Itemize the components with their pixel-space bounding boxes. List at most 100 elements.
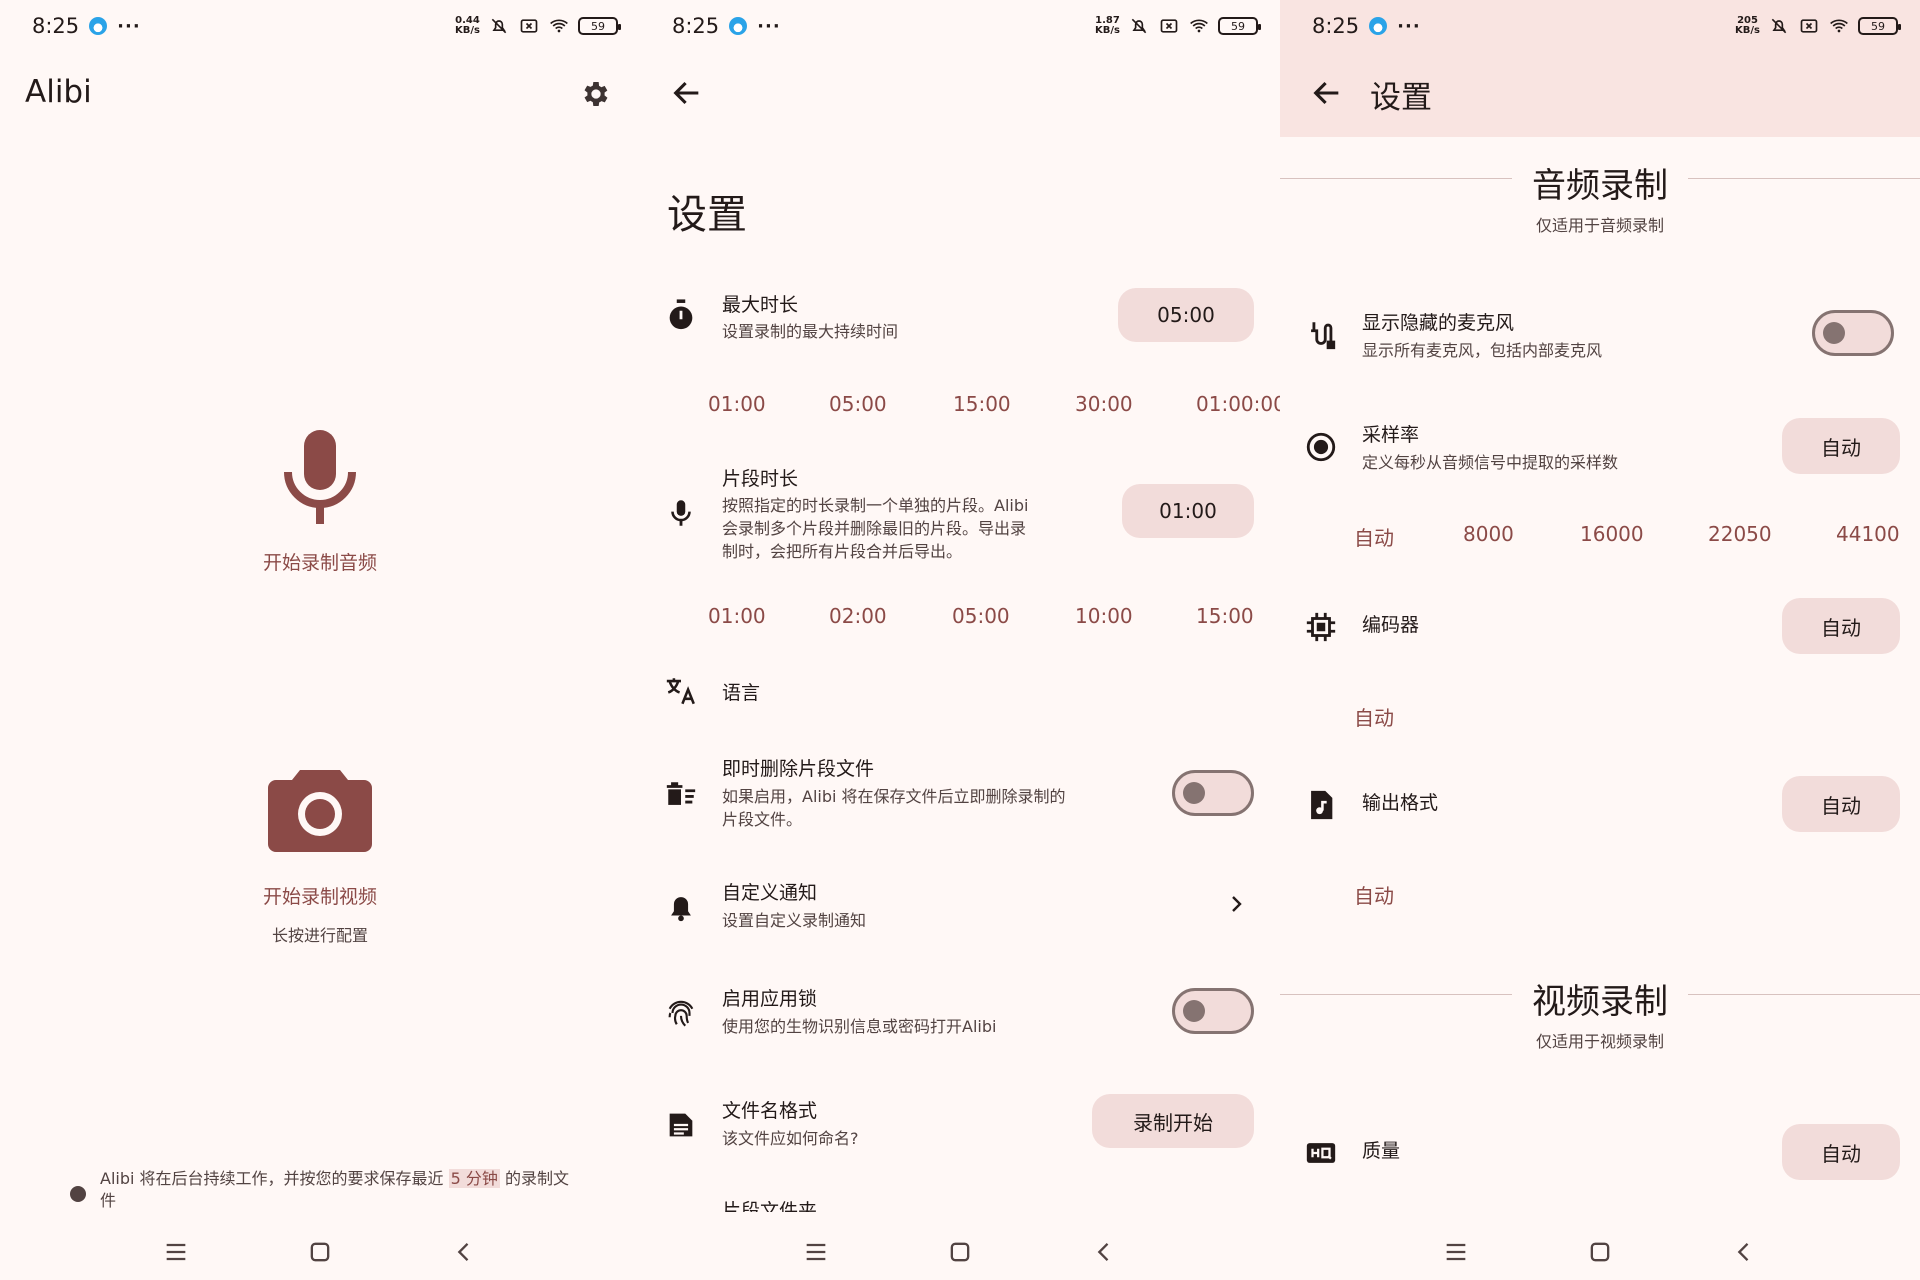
chip[interactable]: 01:00 (708, 604, 766, 628)
filename-format-button[interactable]: 录制开始 (1092, 1094, 1254, 1148)
microphone-icon[interactable] (280, 430, 360, 530)
home-screen: 8:25 ··· 0.44 KB/s 59 Alibi 开始录制音频 开始录制视频 (0, 0, 640, 1280)
setting-filename-format[interactable]: 文件名格式 该文件应如何命名? 录制开始 (640, 1094, 1280, 1154)
page-title: 设置 (667, 192, 747, 238)
battery-icon: 59 (578, 17, 621, 35)
chip[interactable]: 15:00 (1196, 604, 1254, 628)
setting-desc: 设置录制的最大持续时间 (722, 322, 899, 341)
segment-duration-button[interactable]: 01:00 (1122, 484, 1254, 538)
chip[interactable]: 22050 (1708, 522, 1772, 546)
back-arrow-icon[interactable] (670, 76, 704, 110)
delete-segments-toggle[interactable] (1172, 770, 1254, 816)
chip[interactable]: 01:00 (708, 392, 766, 416)
setting-desc: 显示所有麦克风，包括内部麦克风 (1362, 341, 1603, 360)
chevron-right-icon (1232, 896, 1242, 912)
setting-output-format[interactable]: 输出格式 自动 (1280, 776, 1920, 832)
back-nav-icon[interactable] (450, 1238, 478, 1266)
home-icon[interactable] (306, 1238, 334, 1266)
chip[interactable]: 16000 (1580, 522, 1644, 546)
setting-language[interactable]: 语言 (640, 670, 1280, 718)
page-title: 设置 (1370, 80, 1432, 116)
navigation-bar (1280, 1224, 1920, 1280)
radio-button-icon (1306, 432, 1336, 462)
setting-sample-rate[interactable]: 采样率 定义每秒从音频信号中提取的采样数 自动 (1280, 418, 1920, 478)
setting-custom-notification[interactable]: 自定义通知 设置自定义录制通知 (640, 876, 1280, 936)
chip[interactable]: 02:00 (829, 604, 887, 628)
battery-icon: 59 (1218, 17, 1261, 35)
chip[interactable]: 05:00 (829, 392, 887, 416)
setting-desc: 定义每秒从音频信号中提取的采样数 (1362, 453, 1619, 472)
cable-icon (1311, 322, 1336, 350)
output-format-chip[interactable]: 自动 (1354, 880, 1394, 909)
audio-file-icon (1311, 790, 1333, 820)
hq-icon (1306, 1143, 1336, 1163)
setting-delete-segments[interactable]: 即时删除片段文件 如果启用，Alibi 将在保存文件后立即删除录制的 片段文件。 (640, 752, 1280, 836)
duration-highlight: 5 分钟 (448, 1169, 500, 1188)
back-arrow-icon[interactable] (1310, 76, 1344, 110)
encoder-button[interactable]: 自动 (1782, 598, 1900, 654)
setting-show-hidden-mics[interactable]: 显示隐藏的麦克风 显示所有麦克风，包括内部麦克风 (1280, 306, 1920, 366)
status-time: 8:25 (672, 14, 720, 38)
home-icon[interactable] (1586, 1238, 1614, 1266)
setting-desc-line: 按照指定的时长录制一个单独的片段。Alibi (722, 496, 1029, 515)
mute-icon (1131, 18, 1147, 34)
qq-icon (89, 17, 108, 35)
qq-icon (729, 17, 748, 35)
setting-title: 编码器 (1362, 614, 1420, 636)
section-subtitle: 仅适用于音频录制 (1535, 216, 1664, 235)
background-info: Alibi 将在后台持续工作，并按您的要求保存最近 5 分钟 的录制文件 (70, 1168, 580, 1212)
setting-encoder[interactable]: 编码器 自动 (1280, 598, 1920, 654)
back-nav-icon[interactable] (1730, 1238, 1758, 1266)
chip[interactable]: 15:00 (953, 392, 1011, 416)
output-format-button[interactable]: 自动 (1782, 776, 1900, 832)
back-nav-icon[interactable] (1090, 1238, 1118, 1266)
encoder-chip[interactable]: 自动 (1354, 702, 1394, 731)
chip[interactable]: 01:00:00 (1196, 392, 1280, 416)
background-info-text: Alibi 将在后台持续工作，并按您的要求保存最近 5 分钟 的录制文件 (100, 1169, 569, 1210)
toggle-knob (1183, 1000, 1205, 1022)
setting-title: 即时删除片段文件 (722, 758, 875, 780)
chip[interactable]: 8000 (1463, 522, 1514, 546)
qq-icon (1369, 17, 1388, 35)
start-audio-recording[interactable]: 开始录制音频 (0, 548, 640, 575)
home-icon[interactable] (946, 1238, 974, 1266)
show-hidden-mics-toggle[interactable] (1812, 310, 1894, 356)
partial-row: 片段文件夹 (722, 1200, 1262, 1212)
setting-title: 采样率 (1362, 424, 1420, 446)
setting-max-duration[interactable]: 最大时长 设置录制的最大持续时间 05:00 (640, 286, 1280, 366)
wifi-icon (550, 19, 568, 33)
gear-icon[interactable] (580, 78, 612, 110)
setting-segment-duration[interactable]: 片段时长 按照指定的时长录制一个单独的片段。Alibi 会录制多个片段并删除最旧… (640, 462, 1280, 572)
navigation-bar (0, 1224, 640, 1280)
chip[interactable]: 10:00 (1075, 604, 1133, 628)
start-video-recording[interactable]: 开始录制视频 (0, 882, 640, 909)
chip[interactable]: 自动 (1354, 522, 1394, 551)
no-sim-icon (520, 19, 538, 33)
section-video: 视频录制 仅适用于视频录制 (1280, 974, 1920, 1054)
setting-quality[interactable]: 质量 自动 (1280, 1124, 1920, 1180)
section-title: 视频录制 (1532, 982, 1668, 1022)
toggle-knob (1183, 782, 1205, 804)
chip[interactable]: 44100 (1836, 522, 1900, 546)
setting-desc: 该文件应如何命名? (722, 1129, 859, 1148)
menu-icon[interactable] (802, 1238, 830, 1266)
wifi-icon (1830, 19, 1848, 33)
setting-app-lock[interactable]: 启用应用锁 使用您的生物识别信息或密码打开Alibi (640, 982, 1280, 1042)
setting-desc-line: 制时，会把所有片段合并后导出。 (722, 542, 963, 561)
max-duration-button[interactable]: 05:00 (1118, 288, 1254, 342)
app-lock-toggle[interactable] (1172, 988, 1254, 1034)
setting-title: 显示隐藏的麦克风 (1362, 312, 1515, 334)
network-speed: 1.87 KB/s (1095, 15, 1120, 36)
no-sim-icon (1160, 19, 1178, 33)
setting-title: 启用应用锁 (722, 988, 818, 1010)
menu-icon[interactable] (162, 1238, 190, 1266)
sample-rate-button[interactable]: 自动 (1782, 418, 1900, 474)
timer-icon (669, 299, 693, 330)
camera-icon[interactable] (266, 764, 374, 854)
fingerprint-icon (668, 1000, 694, 1027)
settings-screen: 8:25 ··· 1.87 KB/s 59 设置 最大时长 设置录制的最大持续时间… (640, 0, 1280, 1280)
quality-button[interactable]: 自动 (1782, 1124, 1900, 1180)
chip[interactable]: 05:00 (952, 604, 1010, 628)
menu-icon[interactable] (1442, 1238, 1470, 1266)
chip[interactable]: 30:00 (1075, 392, 1133, 416)
